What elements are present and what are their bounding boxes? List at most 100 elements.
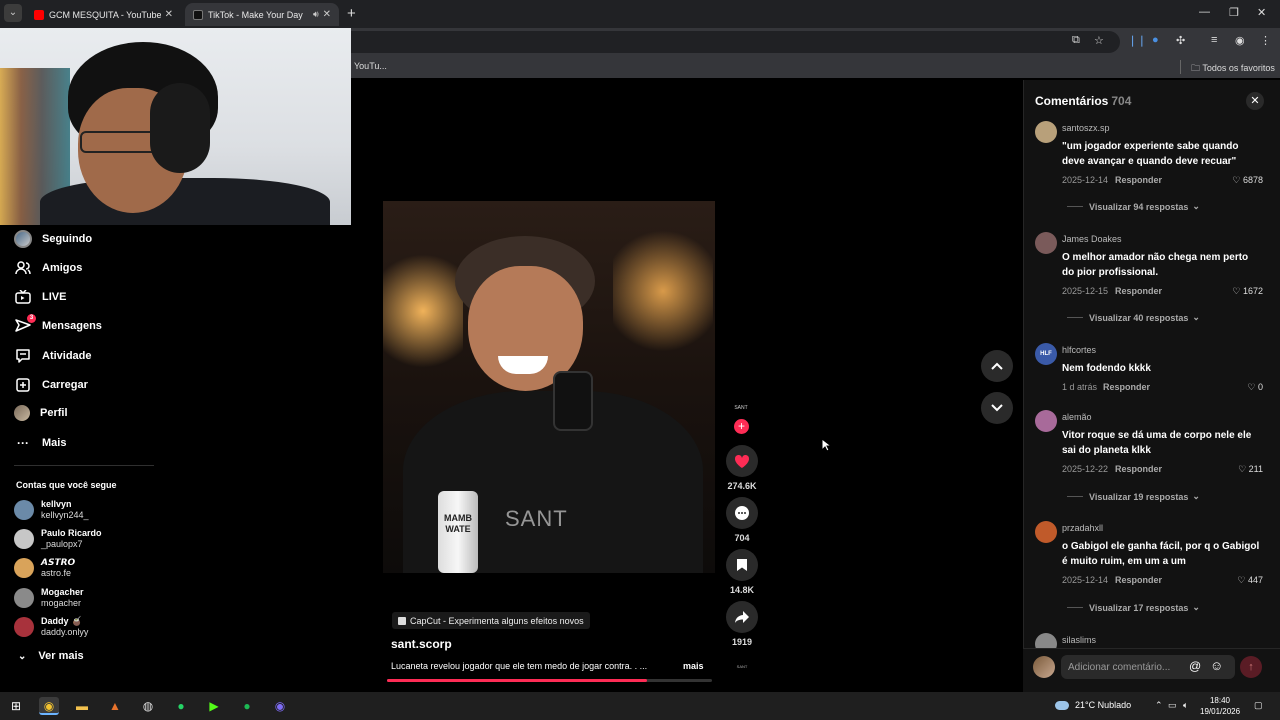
discord-icon[interactable]: ◉ [270,697,290,715]
friends-icon [14,259,32,277]
video-player[interactable]: MAMB WATE SANT [383,201,715,573]
reply-button[interactable]: Responder [1115,464,1162,474]
video-progress-bar[interactable] [387,679,712,682]
next-video-creator[interactable]: SANT [735,664,749,670]
following-account[interactable]: 𝘼𝙎𝙏𝙍𝙊 astro.fe [14,557,75,579]
volume-icon[interactable]: 🔈︎ [1183,700,1188,711]
close-tab-icon[interactable]: ✕ [323,9,331,20]
sidebar-item-amigos[interactable]: Amigos [14,259,82,277]
emoji-icon[interactable]: ☺ [1210,658,1223,673]
share-button[interactable] [726,601,758,633]
notifications-icon[interactable]: ▢ [1254,700,1263,711]
see-more-button[interactable]: ⌄ Ver mais [18,650,84,662]
mention-icon[interactable]: @ [1189,659,1201,673]
avatar[interactable]: HLF [1035,343,1057,365]
restore-icon[interactable]: ❐ [1229,6,1239,19]
whatsapp-icon[interactable]: ● [171,697,191,715]
kick-app-icon[interactable]: ▶ [204,697,224,715]
sidebar-item-mais[interactable]: ··· Mais [14,434,66,452]
view-replies-button[interactable]: Visualizar 40 respostas ⌄ [1067,312,1200,323]
close-window-icon[interactable]: ✕ [1257,6,1266,19]
tab-search-menu-icon[interactable]: ⌄ [4,4,22,22]
avatar[interactable] [1035,121,1057,143]
sidebar-item-mensagens[interactable]: 3 Mensagens [14,314,102,335]
comment-like-button[interactable]: ♡ 211 [1238,464,1263,475]
extension-shield-icon[interactable]: ● [1152,34,1159,46]
chrome-taskbar-icon[interactable]: ◉ [39,697,59,715]
all-bookmarks-folder[interactable]: 🗀 Todos os favoritos [1191,61,1275,77]
save-button[interactable] [726,549,758,581]
previous-video-button[interactable] [981,350,1013,382]
spotify-icon[interactable]: ● [237,697,257,715]
game-app-icon[interactable]: ◍ [138,697,158,715]
avatar [14,617,34,637]
sidebar-item-live[interactable]: LIVE [14,288,66,306]
comment-username[interactable]: alemão [1062,412,1092,422]
view-replies-button[interactable]: Visualizar 19 respostas ⌄ [1067,491,1200,502]
bookmark-star-icon[interactable]: ☆ [1094,34,1104,47]
comment-username[interactable]: przadahxll [1062,523,1103,533]
next-video-button[interactable] [981,392,1013,424]
close-comments-button[interactable]: ✕ [1246,92,1264,110]
reply-button[interactable]: Responder [1103,382,1150,392]
comment-like-button[interactable]: ♡ 0 [1247,382,1263,393]
reply-button[interactable]: Responder [1115,286,1162,296]
send-comment-button[interactable]: ↑ [1240,656,1262,678]
speaker-icon[interactable]: 🔊︎ [313,9,319,20]
minimize-icon[interactable]: — [1199,6,1210,18]
sidebar-item-carregar[interactable]: Carregar [14,376,88,394]
description-more-link[interactable]: mais [683,661,704,671]
tab-youtube[interactable]: GCM MESQUITA - YouTube ✕ [26,3,181,26]
reply-button[interactable]: Responder [1115,175,1162,185]
comment-username[interactable]: hlfcortes [1062,345,1096,355]
network-icon[interactable]: ▭ [1168,700,1177,711]
bookmark-youtube[interactable]: YouTu... [354,61,387,71]
comment-like-button[interactable]: ♡ 6878 [1232,175,1263,186]
view-replies-button[interactable]: Visualizar 94 respostas ⌄ [1067,201,1200,212]
capcut-effect-tag[interactable]: CapCut - Experimenta alguns efeitos novo… [392,612,590,629]
new-tab-icon[interactable]: + [347,5,356,22]
extension-audio-icon[interactable]: ❘❘ [1128,34,1146,47]
avatar[interactable] [1035,521,1057,543]
reply-button[interactable]: Responder [1115,575,1162,585]
profile-avatar-icon[interactable]: ◉ [1235,34,1245,47]
video-background-light [383,241,463,381]
sidebar-item-seguindo[interactable]: Seguindo [14,230,92,248]
comment-text: o Gabigol ele ganha fácil, por q o Gabig… [1062,541,1260,567]
sidebar-item-perfil[interactable]: Perfil [14,405,68,421]
comment-like-button[interactable]: ♡ 1672 [1232,286,1263,297]
following-account[interactable]: Paulo Ricardo _paulopx7 [14,528,102,550]
browser-menu-icon[interactable]: ⋮ [1260,34,1271,47]
following-account[interactable]: Mogacher mogacher [14,587,84,609]
following-account[interactable]: kellvyn kellvyn244_ [14,499,89,521]
tab-tiktok[interactable]: TikTok - Make Your Day 🔊︎ ✕ [185,3,339,26]
comment-username[interactable]: James Doakes [1062,234,1122,244]
chevron-down-icon: ⌄ [1192,491,1200,501]
cast-icon[interactable]: ⧉ [1072,34,1080,47]
creator-avatar[interactable]: SANT [731,405,751,411]
comment-username[interactable]: silaslims [1062,635,1096,645]
avatar[interactable] [1035,410,1057,432]
comment-input[interactable] [1061,655,1235,679]
comment-like-button[interactable]: ♡ 447 [1237,575,1263,586]
windows-start-icon[interactable]: ⊞ [6,697,26,715]
comments-button[interactable] [726,497,758,529]
following-account[interactable]: Daddy 🧉 daddy.onlyy [14,616,88,638]
file-explorer-icon[interactable]: ▬ [72,697,92,715]
follow-plus-icon[interactable]: + [734,419,749,434]
app-icon[interactable]: ▲ [105,697,125,715]
video-author[interactable]: sant.scorp [391,637,452,651]
avatar[interactable] [1035,232,1057,254]
tray-overflow-icon[interactable]: ⌃ [1155,700,1163,711]
avatar[interactable] [1035,633,1057,648]
extensions-puzzle-icon[interactable]: ✣ [1176,34,1185,47]
weather-widget[interactable]: 21°C Nublado [1055,700,1131,710]
like-button[interactable] [726,445,758,477]
view-replies-button[interactable]: Visualizar 17 respostas ⌄ [1067,602,1200,613]
media-control-icon[interactable]: ≡ [1211,34,1217,46]
system-clock[interactable]: 18:40 19/01/2026 [1200,695,1240,717]
browser-tab-bar: ⌄ GCM MESQUITA - YouTube ✕ TikTok - Make… [0,0,1280,28]
comment-username[interactable]: santoszx.sp [1062,123,1110,133]
sidebar-item-atividade[interactable]: Atividade [14,347,92,365]
close-tab-icon[interactable]: ✕ [165,9,173,20]
